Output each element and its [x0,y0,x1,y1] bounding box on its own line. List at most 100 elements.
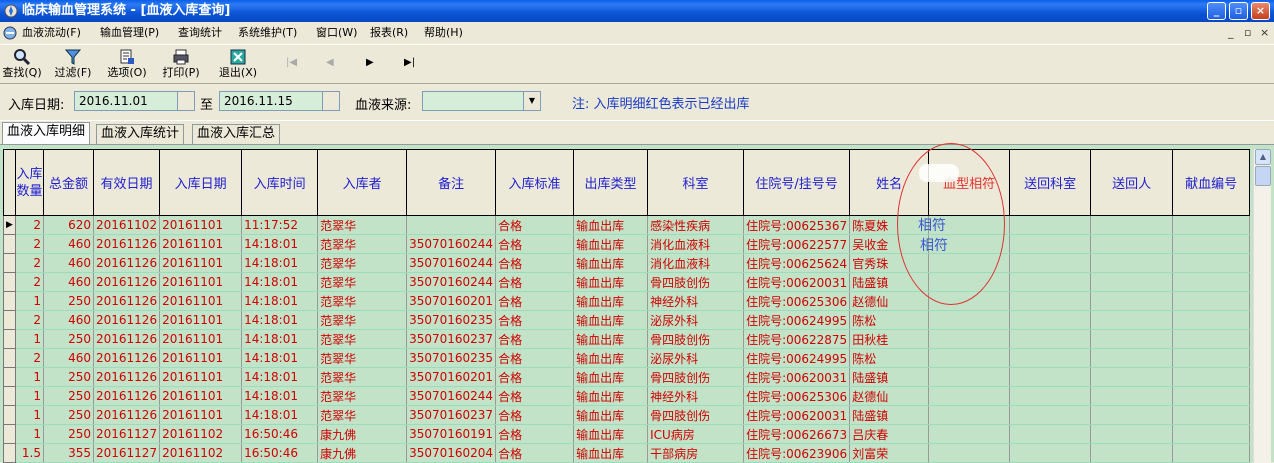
table-cell[interactable] [928,272,1011,292]
table-cell[interactable] [1172,329,1251,349]
table-cell[interactable]: 14:18:01 [241,405,319,425]
table-cell[interactable]: 输血出库 [573,253,649,273]
table-cell[interactable]: 1 [15,291,44,311]
table-cell[interactable]: 460 [43,234,94,254]
table-cell[interactable] [1172,424,1251,444]
table-cell[interactable] [1172,386,1251,406]
table-cell[interactable] [1009,310,1092,330]
table-row[interactable]: 1 250 20161126 20161101 14:18:01 范翠华 350701602… [3,386,1251,406]
table-cell[interactable]: 2 [15,234,44,254]
column-header[interactable]: 入库日期 [159,149,243,216]
table-cell[interactable]: 范翠华 [317,272,408,292]
table-cell[interactable]: 范翠华 [317,291,408,311]
table-cell[interactable] [1090,329,1174,349]
column-header[interactable]: 入库时间 [241,149,319,216]
table-cell[interactable]: 460 [43,348,94,368]
table-cell[interactable]: 250 [43,405,94,425]
table-cell[interactable]: 赵德仙 [849,386,930,406]
table-cell[interactable]: 355 [43,443,94,463]
table-cell[interactable]: 35070160235 [406,348,497,368]
row-selector[interactable] [3,367,16,387]
table-cell[interactable] [1009,443,1092,463]
table-cell[interactable]: 陆盛镇 [849,405,930,425]
table-cell[interactable]: 2 [15,348,44,368]
table-cell[interactable]: 1 [15,405,44,425]
table-cell[interactable]: 2 [15,272,44,292]
table-cell[interactable]: 合格 [495,386,575,406]
column-header[interactable]: 总金额 [43,149,94,216]
table-cell[interactable]: 输血出库 [573,424,649,444]
scroll-up-icon[interactable]: ▲ [1255,149,1271,165]
column-header[interactable]: 血型相符 [928,149,1011,216]
table-cell[interactable] [1009,234,1092,254]
table-cell[interactable]: 范翠华 [317,405,408,425]
table-cell[interactable]: 住院号:00620031 [743,272,851,292]
menu-blood-flow[interactable]: 血液流动(F) [22,22,81,44]
column-header[interactable]: 科室 [647,149,745,216]
table-cell[interactable]: 20161101 [159,215,243,235]
table-cell[interactable]: 合格 [495,443,575,463]
table-cell[interactable] [1009,215,1092,235]
table-cell[interactable] [1172,348,1251,368]
scroll-thumb[interactable] [1255,166,1271,186]
table-cell[interactable]: 20161126 [93,348,161,368]
filter-button[interactable]: 过滤(F) [50,48,96,80]
column-header[interactable]: 献血编号 [1172,149,1251,216]
column-header[interactable]: 有效日期 [92,149,161,216]
table-cell[interactable]: 20161126 [93,310,161,330]
table-cell[interactable]: 合格 [495,310,575,330]
nav-next-icon[interactable]: ▶ [366,57,374,68]
table-cell[interactable]: 骨四肢创伤 [647,272,745,292]
table-row[interactable]: 1.5 355 20161127 20161102 16:50:46 康九佛 3507016… [3,443,1251,463]
table-cell[interactable]: 35070160201 [406,367,497,387]
table-cell[interactable]: 20161127 [93,424,161,444]
table-cell[interactable]: 35070160244 [406,234,497,254]
row-selector[interactable]: ▶ [3,215,16,235]
table-cell[interactable]: 250 [43,386,94,406]
table-cell[interactable]: 骨四肢创伤 [647,329,745,349]
mdi-restore-button[interactable]: ▫ [1244,26,1251,40]
table-cell[interactable] [1009,253,1092,273]
table-cell[interactable]: 陈松 [849,348,930,368]
row-selector[interactable] [3,291,16,311]
tab-detail[interactable]: 血液入库明细 [2,122,91,144]
table-cell[interactable] [1090,348,1174,368]
table-cell[interactable]: 输血出库 [573,234,649,254]
table-cell[interactable]: 合格 [495,215,575,235]
table-row[interactable]: 2 460 20161126 20161101 14:18:01 范翠华 350701602… [3,348,1251,368]
column-header[interactable]: 出库类型 [573,149,649,216]
table-cell[interactable]: 输血出库 [573,367,649,387]
table-cell[interactable]: 16:50:46 [241,424,319,444]
table-cell[interactable]: 1 [15,367,44,387]
table-cell[interactable]: 20161101 [159,348,243,368]
table-cell[interactable]: 20161126 [93,272,161,292]
table-cell[interactable] [1172,443,1251,463]
column-header[interactable]: 备注 [406,149,497,216]
table-cell[interactable] [1009,348,1092,368]
table-row[interactable]: 1 250 20161127 20161102 16:50:46 康九佛 350701601… [3,424,1251,444]
nav-prev-icon[interactable]: ◀ [326,57,334,68]
table-cell[interactable]: 骨四肢创伤 [647,367,745,387]
table-cell[interactable]: 泌尿外科 [647,348,745,368]
table-cell[interactable] [1090,367,1174,387]
date-to-field[interactable]: 2016.11.15 [219,91,323,111]
row-selector[interactable] [3,405,16,425]
table-cell[interactable]: 合格 [495,253,575,273]
row-selector[interactable] [3,329,16,349]
table-cell[interactable]: 250 [43,329,94,349]
table-cell[interactable] [1009,272,1092,292]
minimize-button[interactable]: _ [1207,2,1226,20]
table-cell[interactable]: 合格 [495,405,575,425]
table-cell[interactable]: 住院号:00625306 [743,386,851,406]
table-cell[interactable]: 16:50:46 [241,443,319,463]
table-row[interactable]: 2 460 20161126 20161101 14:18:01 范翠华 350701602… [3,253,1251,273]
table-cell[interactable]: 1 [15,329,44,349]
table-cell[interactable] [1009,405,1092,425]
table-cell[interactable]: 35070160244 [406,386,497,406]
table-cell[interactable]: 35070160204 [406,443,497,463]
table-cell[interactable]: 250 [43,424,94,444]
table-cell[interactable] [1172,253,1251,273]
table-cell[interactable]: 神经外科 [647,291,745,311]
table-cell[interactable]: 14:18:01 [241,253,319,273]
exit-button[interactable]: 退出(X) [216,48,260,80]
